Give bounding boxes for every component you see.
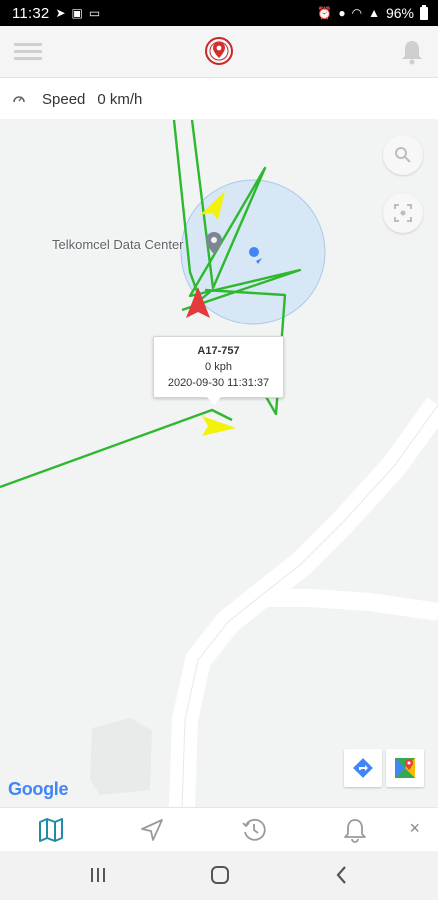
google-attribution: Google bbox=[8, 779, 69, 800]
history-icon bbox=[242, 818, 266, 841]
speed-bar: Speed 0 km/h bbox=[0, 79, 438, 119]
home-icon[interactable] bbox=[208, 863, 232, 887]
app-bar bbox=[0, 26, 438, 78]
speed-label: Speed bbox=[42, 90, 86, 108]
gps-logo-icon bbox=[205, 37, 233, 65]
place-label: Telkomcel Data Center bbox=[52, 237, 184, 252]
status-left: 11:32 ➤ ▣ ▭ bbox=[12, 5, 100, 22]
telegram-icon: ➤ bbox=[55, 6, 66, 20]
signal-icon: ▲ bbox=[368, 6, 380, 20]
history-tab[interactable] bbox=[240, 816, 268, 844]
notifications-icon bbox=[344, 819, 366, 843]
map-icon bbox=[39, 818, 63, 842]
google-logo-text: Google bbox=[8, 779, 69, 799]
status-bar: 11:32 ➤ ▣ ▭ ⏰ ● ◠ ▲ 96% bbox=[0, 0, 438, 26]
building bbox=[90, 718, 152, 795]
focus-icon bbox=[394, 204, 412, 222]
zoom-search-button[interactable] bbox=[383, 135, 423, 175]
speedometer-icon bbox=[13, 96, 25, 103]
close-icon[interactable]: × bbox=[409, 818, 420, 839]
map-view[interactable]: Telkomcel Data Center A17-757 0 kph 2020… bbox=[0, 119, 438, 807]
navigation-tab[interactable] bbox=[138, 816, 166, 844]
laptop-icon: ▭ bbox=[88, 6, 101, 20]
search-icon bbox=[395, 147, 411, 163]
location-icon: ● bbox=[338, 6, 346, 20]
vehicle-datetime: 2020-09-30 11:31:37 bbox=[167, 377, 270, 389]
wifi-icon: ◠ bbox=[351, 6, 363, 20]
back-icon[interactable] bbox=[330, 863, 354, 887]
gallery-icon: ▣ bbox=[71, 6, 83, 20]
map-canvas bbox=[0, 119, 438, 807]
battery-icon bbox=[420, 4, 428, 20]
notifications-tab[interactable] bbox=[341, 816, 369, 844]
bottom-nav: × bbox=[0, 807, 438, 851]
menu-icon[interactable] bbox=[14, 40, 42, 64]
vehicle-speed: 0 kph bbox=[205, 361, 232, 373]
google-maps-button[interactable] bbox=[386, 749, 424, 787]
system-nav-bar bbox=[0, 851, 438, 900]
navigation-icon bbox=[141, 819, 163, 841]
recent-apps-icon[interactable] bbox=[86, 863, 110, 887]
status-right: ⏰ ● ◠ ▲ 96% bbox=[317, 4, 428, 21]
speed-value: 0 km/h bbox=[97, 90, 143, 108]
bell-icon[interactable] bbox=[400, 38, 424, 66]
my-location-dot bbox=[249, 247, 259, 257]
road bbox=[268, 589, 438, 621]
vehicle-plate: A17-757 bbox=[197, 345, 240, 357]
status-time: 11:32 bbox=[12, 4, 50, 22]
alarm-icon: ⏰ bbox=[317, 6, 333, 20]
directions-button[interactable] bbox=[344, 749, 382, 787]
info-window-tail bbox=[207, 397, 221, 405]
map-tab[interactable] bbox=[37, 816, 65, 844]
google-maps-icon bbox=[395, 758, 415, 778]
vehicle-info-window[interactable]: A17-757 0 kph 2020-09-30 11:31:37 bbox=[153, 336, 284, 398]
focus-button[interactable] bbox=[383, 193, 423, 233]
directions-icon bbox=[353, 758, 373, 778]
battery-percent: 96% bbox=[385, 5, 414, 21]
